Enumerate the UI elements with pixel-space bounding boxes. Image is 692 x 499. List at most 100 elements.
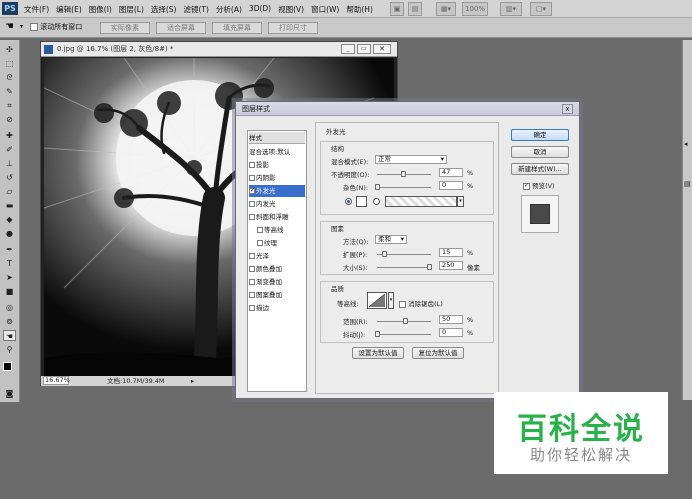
history-brush-tool-icon[interactable]: ↺ (3, 172, 16, 183)
arrange-documents-icon[interactable]: ▥▾ (500, 2, 522, 16)
menu-help[interactable]: 帮助(H) (346, 4, 373, 15)
document-title-bar[interactable]: 0.jpg @ 16.7% (图层 2, 灰色/8#) * _ ▭ ✕ (41, 42, 397, 57)
style-item-inner-glow[interactable]: 内发光 (249, 198, 305, 210)
gradient-dropdown-icon[interactable]: ▾ (457, 196, 464, 207)
healing-brush-tool-icon[interactable]: ✚ (3, 130, 16, 141)
minimize-icon[interactable]: _ (341, 44, 355, 54)
style-item-texture[interactable]: 纹理 (249, 237, 305, 249)
blend-mode-select[interactable]: 正常 ▾ (375, 155, 447, 164)
opacity-slider-thumb[interactable] (401, 171, 406, 177)
menu-filter[interactable]: 滤镜(T) (184, 4, 209, 15)
dialog-title-bar[interactable]: 图层样式 (236, 102, 579, 116)
zoom-tool-icon[interactable]: ⚲ (3, 344, 16, 355)
menu-window[interactable]: 窗口(W) (311, 4, 339, 15)
stroke-checkbox[interactable] (249, 305, 255, 311)
fit-screen-button[interactable]: 适合屏幕 (156, 22, 206, 34)
menu-analysis[interactable]: 分析(A) (216, 4, 242, 15)
menu-3d[interactable]: 3D(D) (249, 4, 271, 15)
view-extras-icon[interactable]: ▦▾ (436, 2, 456, 16)
menu-select[interactable]: 选择(S) (151, 4, 177, 15)
styles-header[interactable]: 样式 (249, 132, 305, 144)
glow-color-swatch[interactable] (356, 196, 367, 207)
move-tool-icon[interactable]: ✣ (3, 44, 16, 55)
bevel-checkbox[interactable] (249, 214, 255, 220)
scroll-all-checkbox[interactable] (30, 23, 38, 31)
menu-view[interactable]: 视图(V) (278, 4, 304, 15)
color-radio[interactable] (345, 198, 352, 205)
dialog-close-icon[interactable]: x (562, 104, 573, 114)
menu-file[interactable]: 文件(F) (24, 4, 49, 15)
satin-checkbox[interactable] (249, 253, 255, 259)
actual-pixels-button[interactable]: 实际像素 (100, 22, 150, 34)
outer-glow-checkbox[interactable]: ✓ (249, 188, 255, 194)
eraser-tool-icon[interactable]: ▱ (3, 186, 16, 197)
gradient-radio[interactable] (373, 198, 380, 205)
contour-picker[interactable] (367, 292, 387, 309)
shape-tool-icon[interactable]: ■ (3, 286, 16, 297)
color-overlay-checkbox[interactable] (249, 266, 255, 272)
jitter-slider-thumb[interactable] (375, 331, 380, 337)
3d-rotate-tool-icon[interactable]: ◎ (3, 302, 16, 313)
gradient-tool-icon[interactable]: ▬ (3, 200, 16, 211)
gradient-overlay-checkbox[interactable] (249, 279, 255, 285)
jitter-slider-track[interactable] (377, 334, 431, 335)
zoom-level[interactable]: 100% (462, 2, 488, 16)
inner-glow-checkbox[interactable] (249, 201, 255, 207)
menu-edit[interactable]: 编辑(E) (56, 4, 82, 15)
style-item-pattern-overlay[interactable]: 图案叠加 (249, 289, 305, 301)
antialias-checkbox[interactable] (399, 300, 406, 308)
3d-orbit-tool-icon[interactable]: ⊚ (3, 316, 16, 327)
quick-select-tool-icon[interactable]: ✎ (3, 86, 16, 97)
ok-button[interactable]: 确定 (511, 129, 569, 141)
eyedropper-tool-icon[interactable]: ⊘ (3, 114, 16, 125)
bridge-icon[interactable]: ▣ (390, 2, 404, 16)
inner-shadow-checkbox[interactable] (249, 175, 255, 181)
path-select-tool-icon[interactable]: ➤ (3, 272, 16, 283)
drop-shadow-checkbox[interactable] (249, 162, 255, 168)
glow-gradient-picker[interactable] (385, 196, 457, 207)
restore-icon[interactable]: ▭ (357, 44, 371, 54)
size-slider-thumb[interactable] (427, 264, 432, 270)
quick-mask-icon[interactable]: ◙ (3, 388, 16, 399)
dodge-tool-icon[interactable]: ● (3, 228, 16, 239)
foreground-color-swatch[interactable] (3, 362, 12, 371)
style-item-contour[interactable]: 等高线 (249, 224, 305, 236)
texture-checkbox[interactable] (257, 240, 263, 246)
antialias-option[interactable]: 消除锯齿(L) (399, 298, 443, 308)
tool-preset-dropdown-icon[interactable]: ▾ (20, 23, 23, 30)
scroll-all-windows-option[interactable]: 滚动所有窗口 (30, 22, 82, 32)
hand-tool-icon-selected[interactable]: ☚ (3, 330, 16, 341)
size-input[interactable]: 250 (439, 261, 463, 270)
pattern-overlay-checkbox[interactable] (249, 292, 255, 298)
fill-screen-button[interactable]: 填充屏幕 (212, 22, 262, 34)
new-style-button[interactable]: 新建样式(W)... (511, 163, 569, 175)
opacity-input[interactable]: 47 (439, 168, 463, 177)
contour-dropdown-icon[interactable]: ▾ (388, 292, 394, 309)
clone-stamp-tool-icon[interactable]: ⊥ (3, 158, 16, 169)
close-icon[interactable]: ✕ (373, 44, 391, 54)
spread-slider-thumb[interactable] (382, 251, 387, 257)
style-item-color-overlay[interactable]: 颜色叠加 (249, 263, 305, 275)
cancel-button[interactable]: 取消 (511, 146, 569, 158)
preview-option[interactable]: ✓ 预览(V) (523, 180, 555, 190)
jitter-input[interactable]: 0 (439, 328, 463, 337)
noise-slider-track[interactable] (377, 187, 431, 188)
style-item-stroke[interactable]: 描边 (249, 302, 305, 314)
style-item-inner-shadow[interactable]: 内阴影 (249, 172, 305, 184)
noise-slider-thumb[interactable] (375, 184, 380, 190)
status-arrow-icon[interactable]: ▸ (191, 376, 194, 386)
reset-default-button[interactable]: 复位为默认值 (412, 347, 464, 359)
preview-checkbox[interactable]: ✓ (523, 182, 530, 190)
screen-mode-icon[interactable]: ▢▾ (530, 2, 552, 16)
lasso-tool-icon[interactable]: ᘓ (3, 72, 16, 83)
style-item-bevel-emboss[interactable]: 斜面和浮雕 (249, 211, 305, 223)
panel-tab-icon[interactable]: ▤ (684, 180, 691, 188)
menu-image[interactable]: 图像(I) (89, 4, 112, 15)
zoom-field[interactable]: 16.67% (43, 376, 70, 385)
hand-tool-icon[interactable]: ☚ (5, 21, 14, 32)
spread-input[interactable]: 15 (439, 248, 463, 257)
marquee-tool-icon[interactable]: ⬚ (3, 58, 16, 69)
menu-layer[interactable]: 图层(L) (119, 4, 144, 15)
style-item-satin[interactable]: 光泽 (249, 250, 305, 262)
range-slider-thumb[interactable] (403, 318, 408, 324)
